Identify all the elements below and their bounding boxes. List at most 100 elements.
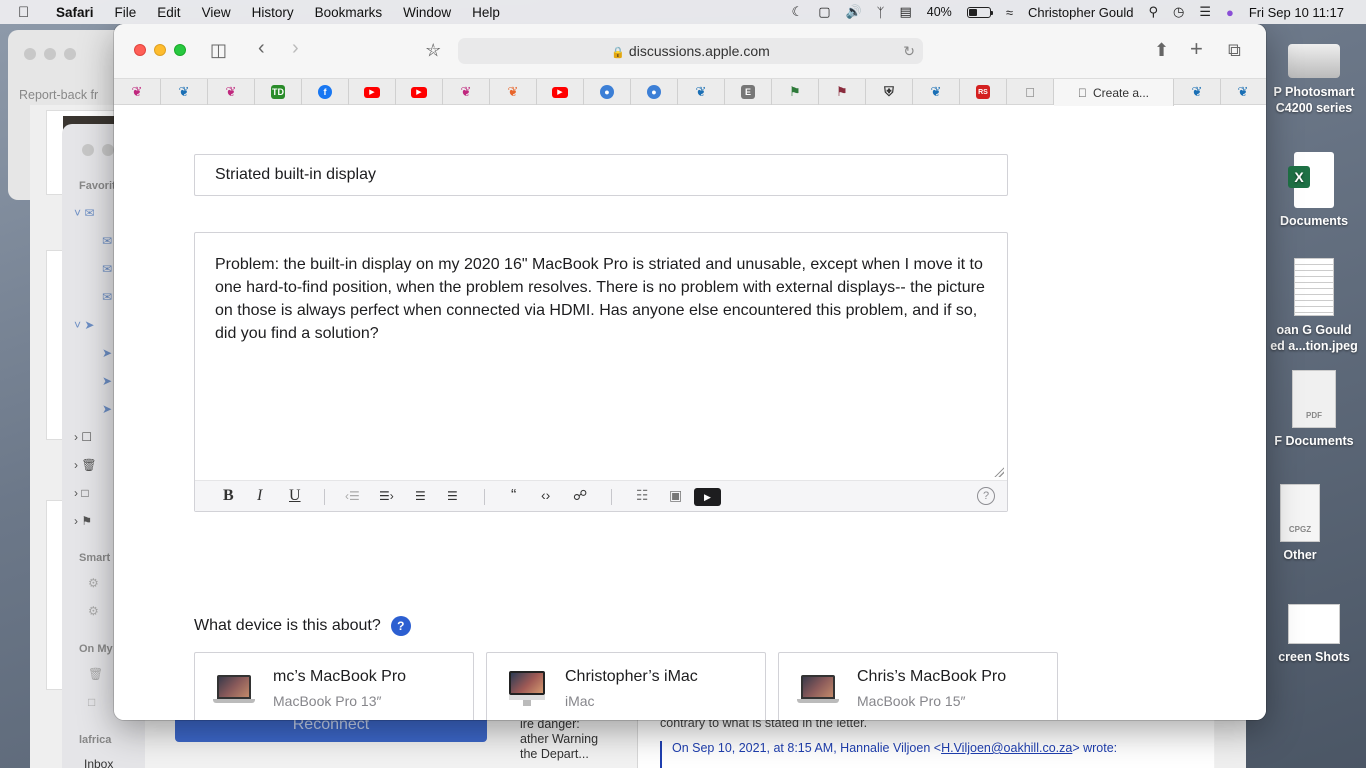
favorite-flag-16[interactable]: ⚑ xyxy=(819,79,866,105)
desktop-icon-other[interactable]: CPGZ Other xyxy=(1262,484,1338,562)
volume-icon[interactable]: 🔊 xyxy=(845,4,861,20)
favorite-bird-blue-22[interactable]: ❦ xyxy=(1220,79,1266,105)
bluetooth-icon[interactable]: ᛉ xyxy=(877,5,885,20)
device-card-christopher-imac[interactable]: Christopher’s iMac iMac xyxy=(486,652,766,720)
question-body-editor[interactable]: Problem: the built-in display on my 2020… xyxy=(194,232,1008,512)
menu-file[interactable]: File xyxy=(115,5,137,20)
favorite-youtube-6[interactable]: ▶ xyxy=(349,79,396,105)
tab-overview-icon[interactable]: ⧉ xyxy=(1228,40,1241,61)
reload-icon[interactable]: ↻ xyxy=(903,38,915,64)
display-icon[interactable]: ▤ xyxy=(899,4,911,20)
back-icon[interactable]: ‹ xyxy=(258,37,265,60)
favorite-bird-blue-13[interactable]: ❦ xyxy=(678,79,725,105)
battery-icon[interactable] xyxy=(966,6,993,18)
editor-help-button[interactable]: ? xyxy=(977,487,995,505)
outdent-button[interactable]: ‹☰ xyxy=(345,489,360,503)
screen-mirror-icon[interactable]: ▢ xyxy=(818,4,830,20)
favorite-bird-pink-3[interactable]: ❦ xyxy=(208,79,255,105)
favorite-bird-blue-2[interactable]: ❦ xyxy=(161,79,208,105)
tab-create-a[interactable]:  Create a... xyxy=(1054,79,1174,106)
desktop-icon-printer[interactable]: P Photosmart C4200 series xyxy=(1262,44,1366,116)
underline-button[interactable]: U xyxy=(289,487,301,505)
favorite-td-bank-4[interactable]: TD xyxy=(255,79,302,105)
sidebar-toggle-icon[interactable]: ◫ xyxy=(210,40,227,61)
favorite-globe-blue-11[interactable]: ● xyxy=(584,79,631,105)
folder-icon[interactable]: □ xyxy=(88,695,95,709)
desktop-icon-screen-shots[interactable]: creen Shots xyxy=(1262,604,1366,664)
link-button[interactable]: ☍ xyxy=(573,487,587,504)
quote-button[interactable]: “ xyxy=(511,487,516,505)
privacy-shield-icon[interactable]: ⛦ xyxy=(426,40,440,61)
user-name[interactable]: Christopher Gould xyxy=(1028,5,1134,20)
mailbox-item[interactable]: › ☐ xyxy=(74,430,92,444)
menu-edit[interactable]: Edit xyxy=(157,5,180,20)
bullet-list-button[interactable]: ☰ xyxy=(447,489,458,503)
favorite-e-letter-14[interactable]: E xyxy=(725,79,772,105)
menu-view[interactable]: View xyxy=(202,5,231,20)
mailbox-item[interactable]: › ⚑ xyxy=(74,514,92,528)
favorite-facebook-5[interactable]: f xyxy=(302,79,349,105)
spotlight-search-icon[interactable]: ⚲ xyxy=(1148,4,1158,20)
desktop-icon-pdf-documents[interactable]: PDF F Documents xyxy=(1262,370,1366,448)
favorite-badge-green-15[interactable]: ⚑ xyxy=(772,79,819,105)
trash-icon[interactable]: 🗑 xyxy=(88,667,103,681)
indent-button[interactable]: ☰› xyxy=(379,489,394,503)
menu-app-name[interactable]: Safari xyxy=(56,5,94,20)
clock[interactable]: Fri Sep 10 11:17 xyxy=(1249,5,1344,20)
apple-menu-icon[interactable]:  xyxy=(18,4,40,21)
time-machine-icon[interactable]: ◷ xyxy=(1173,4,1184,20)
gear-icon[interactable]: ⚙ xyxy=(88,604,99,618)
moon-icon[interactable]: ☾ xyxy=(792,4,804,20)
share-icon[interactable]: ⬆ xyxy=(1154,40,1169,61)
device-help-icon[interactable]: ? xyxy=(390,616,411,636)
favorite-shield-17[interactable]: ⛨ xyxy=(866,79,913,105)
favorite-apple-20[interactable]:  xyxy=(1007,79,1054,105)
favorite-bird-blue-21[interactable]: ❦ xyxy=(1174,79,1221,105)
wifi-icon[interactable]: ≈ xyxy=(1006,5,1013,20)
question-body-text[interactable]: Problem: the built-in display on my 2020… xyxy=(215,253,987,345)
favorite-bird-pink-8[interactable]: ❦ xyxy=(443,79,490,105)
close-window-button[interactable] xyxy=(134,44,146,56)
gear-icon[interactable]: ⚙ xyxy=(88,576,99,590)
favorite-youtube-10[interactable]: ▶ xyxy=(537,79,584,105)
mailbox-item[interactable]: ➤ xyxy=(102,374,112,388)
control-center-icon[interactable]: ☰ xyxy=(1199,4,1211,20)
device-card-chris-macbook-pro[interactable]: Chris’s MacBook Pro MacBook Pro 15″ xyxy=(778,652,1058,720)
resize-handle[interactable] xyxy=(994,467,1004,477)
mailbox-item[interactable]: ➤ xyxy=(102,402,112,416)
insert-image-button[interactable]: ▣ xyxy=(669,487,682,504)
favorite-globe-blue-12[interactable]: ● xyxy=(631,79,678,105)
menu-window[interactable]: Window xyxy=(403,5,451,20)
desktop-icon-documents[interactable]: X Documents xyxy=(1262,152,1366,228)
minimize-window-button[interactable] xyxy=(154,44,166,56)
mailbox-item[interactable]: ✉ xyxy=(102,290,112,304)
forward-icon[interactable]: › xyxy=(292,37,299,60)
menu-bookmarks[interactable]: Bookmarks xyxy=(315,5,383,20)
ordered-list-button[interactable]: ☰ xyxy=(415,489,426,503)
menu-history[interactable]: History xyxy=(252,5,294,20)
mailbox-item[interactable]: ➤ xyxy=(102,346,112,360)
bold-button[interactable]: B xyxy=(223,487,234,505)
favorite-bird-blue-18[interactable]: ❦ xyxy=(913,79,960,105)
device-card-mc-macbook-pro[interactable]: mc’s MacBook Pro MacBook Pro 13″ xyxy=(194,652,474,720)
mailbox-item[interactable]: ˅ ➤ xyxy=(74,318,94,332)
attach-document-button[interactable]: ☷ xyxy=(636,487,649,504)
menu-help[interactable]: Help xyxy=(472,5,500,20)
favorite-youtube-7[interactable]: ▶ xyxy=(396,79,443,105)
italic-button[interactable]: I xyxy=(257,487,262,505)
mailbox-item[interactable]: ✉ xyxy=(102,234,112,248)
favorite-rs-19[interactable]: RS xyxy=(960,79,1007,105)
zoom-window-button[interactable] xyxy=(174,44,186,56)
email-link[interactable]: H.Viljoen@oakhill.co.za xyxy=(941,741,1072,755)
new-tab-icon[interactable]: + xyxy=(1190,36,1203,62)
mailbox-item[interactable]: › 🗑 xyxy=(74,458,97,472)
mailbox-item[interactable]: ˅ ✉ xyxy=(74,206,94,220)
question-title-input[interactable]: Striated built-in display xyxy=(194,154,1008,196)
insert-video-button[interactable]: ▶ xyxy=(694,488,721,506)
siri-icon[interactable]: ● xyxy=(1226,5,1234,20)
favorite-bird-orange-9[interactable]: ❦ xyxy=(490,79,537,105)
favorite-bird-pink-1[interactable]: ❦ xyxy=(114,79,161,105)
desktop-icon-jpeg[interactable]: oan G Gould ed a...tion.jpeg xyxy=(1262,258,1366,354)
mailbox-item[interactable]: ✉ xyxy=(102,262,112,276)
inbox-item[interactable]: Inbox xyxy=(84,757,113,768)
